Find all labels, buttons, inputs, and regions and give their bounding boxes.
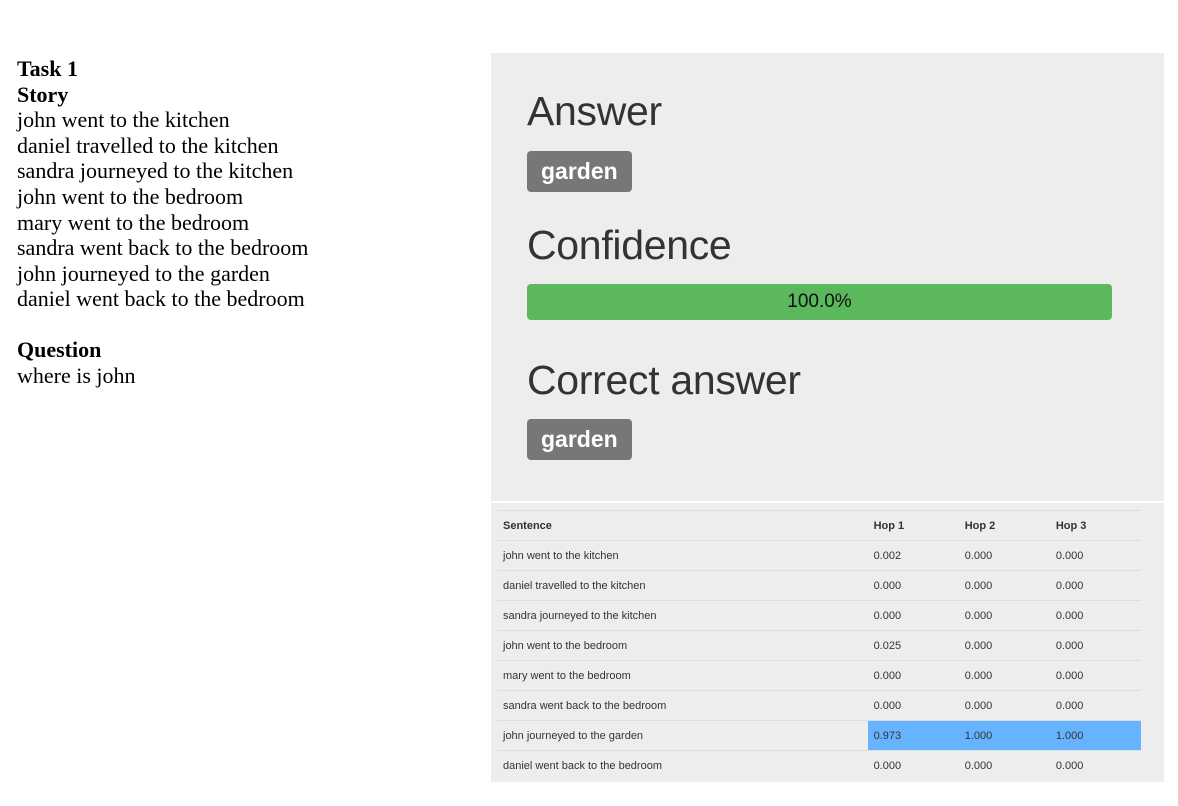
cell-hop-3: 0.000 [1049, 750, 1141, 780]
cell-hop-1: 0.000 [867, 600, 959, 631]
column-header-hop-2: Hop 2 [958, 510, 1050, 541]
cell-hop-3: 1.000 [1049, 720, 1141, 751]
cell-hop-2: 0.000 [958, 630, 1050, 661]
cell-hop-3: 0.000 [1049, 540, 1141, 571]
cell-hop-3: 0.000 [1049, 690, 1141, 721]
table-row: mary went to the bedroom 0.000 0.000 0.0… [497, 660, 1141, 691]
task-title: Task 1 [17, 56, 78, 81]
result-panel: Answer garden Confidence 100.0% Correct … [491, 53, 1164, 501]
table-row: john went to the bedroom 0.025 0.000 0.0… [497, 630, 1141, 661]
story-panel: Task 1 Story john went to the kitchen da… [17, 56, 457, 388]
cell-hop-2: 1.000 [958, 720, 1050, 751]
cell-hop-3: 0.000 [1049, 570, 1141, 601]
story-sentence: daniel travelled to the kitchen [17, 132, 279, 158]
cell-sentence: daniel went back to the bedroom [497, 750, 868, 780]
story-sentence: john journeyed to the garden [17, 260, 270, 286]
confidence-progress: 100.0% [527, 284, 1112, 320]
table-row: sandra journeyed to the kitchen 0.000 0.… [497, 600, 1141, 631]
cell-sentence: john went to the bedroom [497, 630, 868, 661]
table-row: daniel travelled to the kitchen 0.000 0.… [497, 570, 1141, 601]
cell-hop-2: 0.000 [958, 750, 1050, 780]
table-row: daniel went back to the bedroom 0.000 0.… [497, 750, 1141, 780]
column-header-sentence: Sentence [497, 510, 868, 541]
cell-hop-1: 0.002 [867, 540, 959, 571]
cell-hop-1: 0.000 [867, 660, 959, 691]
correct-answer-badge: garden [527, 419, 632, 460]
column-header-hop-3: Hop 3 [1049, 510, 1141, 541]
answer-heading: Answer [527, 88, 662, 134]
table-header-row: Sentence Hop 1 Hop 2 Hop 3 [497, 510, 1141, 541]
cell-sentence: mary went to the bedroom [497, 660, 868, 691]
attention-table-panel: Sentence Hop 1 Hop 2 Hop 3 john went to … [491, 503, 1164, 782]
story-sentence: daniel went back to the bedroom [17, 286, 305, 312]
story-sentence: john went to the bedroom [17, 183, 244, 209]
cell-hop-2: 0.000 [958, 600, 1050, 631]
table-row: sandra went back to the bedroom 0.000 0.… [497, 690, 1141, 721]
cell-hop-3: 0.000 [1049, 660, 1141, 691]
cell-hop-2: 0.000 [958, 570, 1050, 601]
attention-table: Sentence Hop 1 Hop 2 Hop 3 john went to … [497, 510, 1141, 780]
question-heading: Question [17, 336, 102, 362]
column-header-hop-1: Hop 1 [867, 510, 959, 541]
question-text: where is john [17, 362, 136, 388]
table-row: john went to the kitchen 0.002 0.000 0.0… [497, 540, 1141, 571]
cell-hop-2: 0.000 [958, 690, 1050, 721]
story-sentence: sandra went back to the bedroom [17, 235, 309, 261]
cell-sentence: john went to the kitchen [497, 540, 868, 571]
cell-hop-2: 0.000 [958, 660, 1050, 691]
cell-hop-3: 0.000 [1049, 600, 1141, 631]
story-sentence: john went to the kitchen [17, 107, 230, 133]
cell-hop-1: 0.025 [867, 630, 959, 661]
story-sentence: mary went to the bedroom [17, 209, 250, 235]
correct-answer-heading: Correct answer [527, 357, 801, 403]
answer-badge: garden [527, 151, 632, 192]
cell-sentence: john journeyed to the garden [497, 720, 868, 751]
cell-hop-1: 0.000 [867, 690, 959, 721]
cell-hop-3: 0.000 [1049, 630, 1141, 661]
table-row-highlighted: john journeyed to the garden 0.973 1.000… [497, 720, 1141, 751]
story-heading: Story [17, 81, 69, 107]
confidence-progress-bar: 100.0% [527, 284, 1112, 320]
cell-sentence: sandra journeyed to the kitchen [497, 600, 868, 631]
cell-sentence: sandra went back to the bedroom [497, 690, 868, 721]
cell-hop-2: 0.000 [958, 540, 1050, 571]
story-sentence: sandra journeyed to the kitchen [17, 158, 294, 184]
cell-hop-1: 0.000 [867, 750, 959, 780]
cell-hop-1: 0.973 [867, 720, 959, 751]
cell-sentence: daniel travelled to the kitchen [497, 570, 868, 601]
cell-hop-1: 0.000 [867, 570, 959, 601]
confidence-heading: Confidence [527, 222, 732, 268]
